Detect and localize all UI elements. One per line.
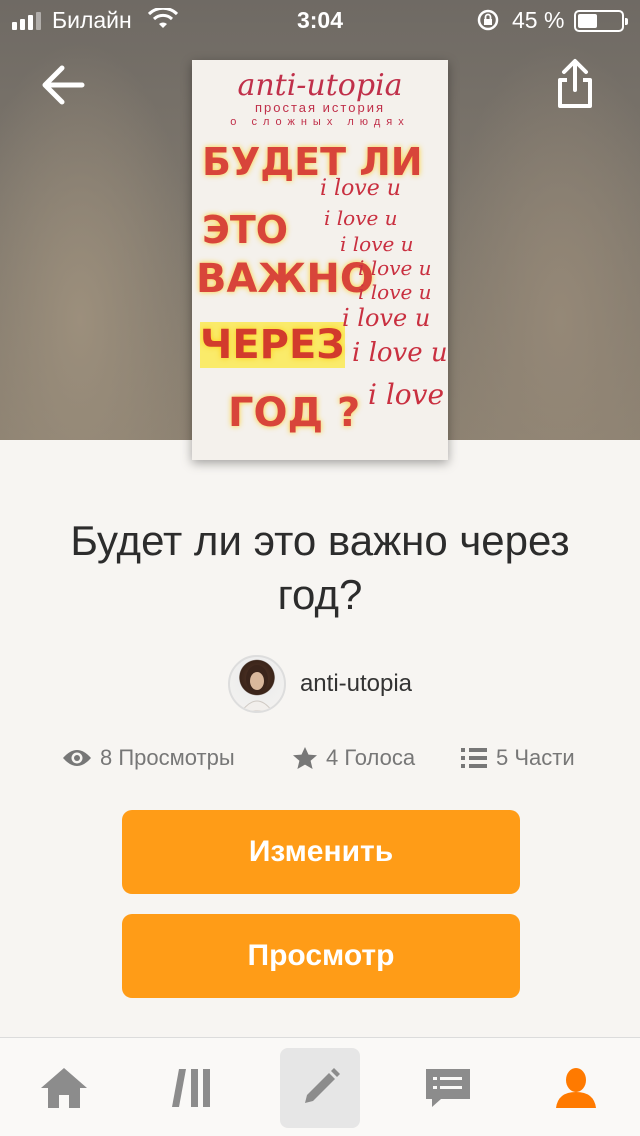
status-bar: Билайн 3:04 45 %	[0, 0, 640, 40]
library-icon	[172, 1069, 210, 1107]
cover-love-7: i love u	[352, 338, 448, 368]
blur-right	[440, 40, 640, 440]
parts-stat: 5 Части	[460, 745, 575, 771]
tab-library[interactable]	[152, 1048, 232, 1128]
share-button[interactable]	[552, 58, 598, 110]
parts-count: 5 Части	[496, 745, 575, 770]
back-button[interactable]	[38, 62, 88, 108]
cover-line-3: ВАЖНО	[196, 256, 374, 302]
profile-icon	[556, 1068, 596, 1108]
author-link[interactable]: anti-utopia	[0, 654, 640, 714]
cover-love-6: i love u	[342, 304, 431, 332]
eye-icon	[63, 750, 91, 766]
cover-love-5: i love u	[358, 280, 432, 304]
views-stat: 8 Просмотры	[62, 745, 235, 771]
cover-line-4: ЧЕРЕЗ	[200, 322, 345, 368]
star-icon	[293, 747, 317, 769]
cover-subtitle: простая история	[254, 100, 386, 115]
cover-brand: anti-utopia	[237, 68, 403, 103]
arrow-left-icon	[42, 65, 85, 105]
book-title: Будет ли это важно через год?	[70, 517, 570, 618]
tab-messages[interactable]	[408, 1048, 488, 1128]
stats-row: 8 Просмотры 4 Голоса 5 Части	[0, 745, 640, 779]
rotation-lock-icon	[477, 9, 499, 31]
cover-love-2: i love u	[324, 206, 398, 230]
cover-line-2: ЭТО	[202, 208, 289, 252]
home-icon	[41, 1068, 87, 1108]
preview-button[interactable]: Просмотр	[122, 914, 520, 998]
book-cover[interactable]: anti-utopia простая история о сложных лю…	[192, 60, 448, 460]
cover-line-5: ГОД ?	[228, 390, 361, 436]
tab-home[interactable]	[24, 1048, 104, 1128]
views-count: 8 Просмотры	[100, 745, 235, 770]
list-icon	[461, 748, 487, 768]
votes-count: 4 Голоса	[326, 745, 416, 770]
tab-write[interactable]	[280, 1048, 360, 1128]
tab-profile[interactable]	[536, 1048, 616, 1128]
chat-icon	[426, 1069, 470, 1107]
cover-love-8: i love	[368, 378, 445, 411]
blur-left	[0, 40, 200, 440]
battery-icon	[574, 10, 628, 32]
cover-love-3: i love u	[340, 232, 414, 256]
votes-stat: 4 Голоса	[292, 745, 415, 771]
avatar	[227, 655, 286, 713]
cover-love-4: i love u	[358, 256, 432, 280]
cover-subtitle-2: о сложных людях	[230, 116, 410, 128]
cover-love-1: i love u	[320, 176, 401, 201]
edit-button[interactable]: Изменить	[122, 810, 520, 894]
author-name: anti-utopia	[299, 670, 413, 697]
pencil-icon	[305, 1068, 340, 1103]
share-icon	[558, 59, 592, 108]
tab-bar	[0, 1037, 640, 1136]
battery-percent: 45 %	[512, 7, 565, 33]
